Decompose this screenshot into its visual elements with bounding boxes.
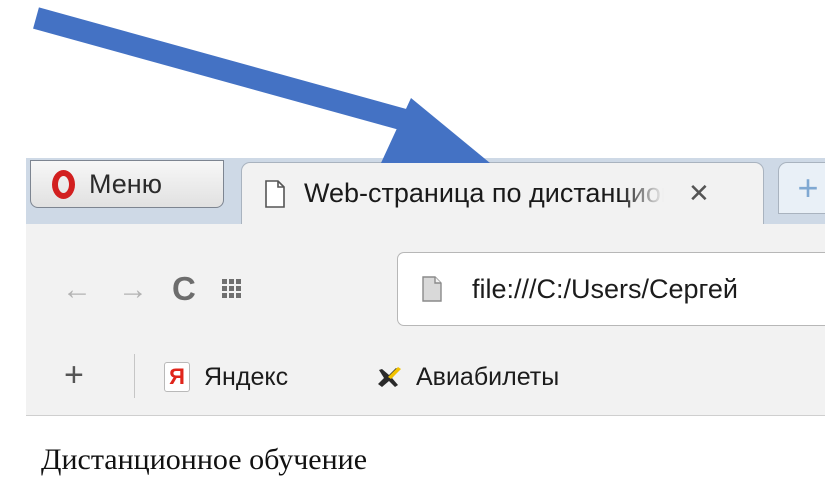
page-heading: Дистанционное обучение [41,443,368,476]
bookmark-yandex[interactable]: Я Яндекс [164,360,288,394]
opera-logo-icon [52,169,75,199]
page-icon [265,179,285,208]
close-icon[interactable]: ✕ [688,178,710,209]
address-input[interactable]: file:///C:/Users/Сергей [472,274,738,305]
document-icon [422,276,442,302]
plane-icon [378,367,401,387]
forward-icon[interactable]: → [118,275,148,305]
bookmarks-divider [134,354,135,398]
bookmark-aviabilety[interactable]: Авиабилеты [374,360,559,394]
bookmarks-bar: + Я Яндекс Авиабилеты [26,340,825,416]
opera-menu-button[interactable]: Меню [30,160,224,208]
speed-dial-icon[interactable] [222,279,242,299]
tab-title: Web-страница по дистанционному обучению [304,178,664,208]
yandex-icon: Я [164,362,190,392]
tab-strip: Меню Web-страница по дистанционному обуч… [26,158,825,224]
add-bookmark-icon[interactable]: + [64,358,84,392]
tab-active[interactable]: Web-страница по дистанционному обучению … [241,162,764,224]
menu-label: Меню [89,168,162,199]
back-icon[interactable]: ← [62,275,92,305]
new-tab-icon: + [797,167,819,208]
bookmark-label: Авиабилеты [416,362,560,391]
new-tab-button[interactable]: + [778,162,825,214]
bookmark-label: Яндекс [204,362,289,391]
reload-icon[interactable]: C [172,272,196,305]
address-bar[interactable]: file:///C:/Users/Сергей [397,252,825,326]
navigation-toolbar: ← → C file:///C:/Users/Сергей [26,224,825,340]
